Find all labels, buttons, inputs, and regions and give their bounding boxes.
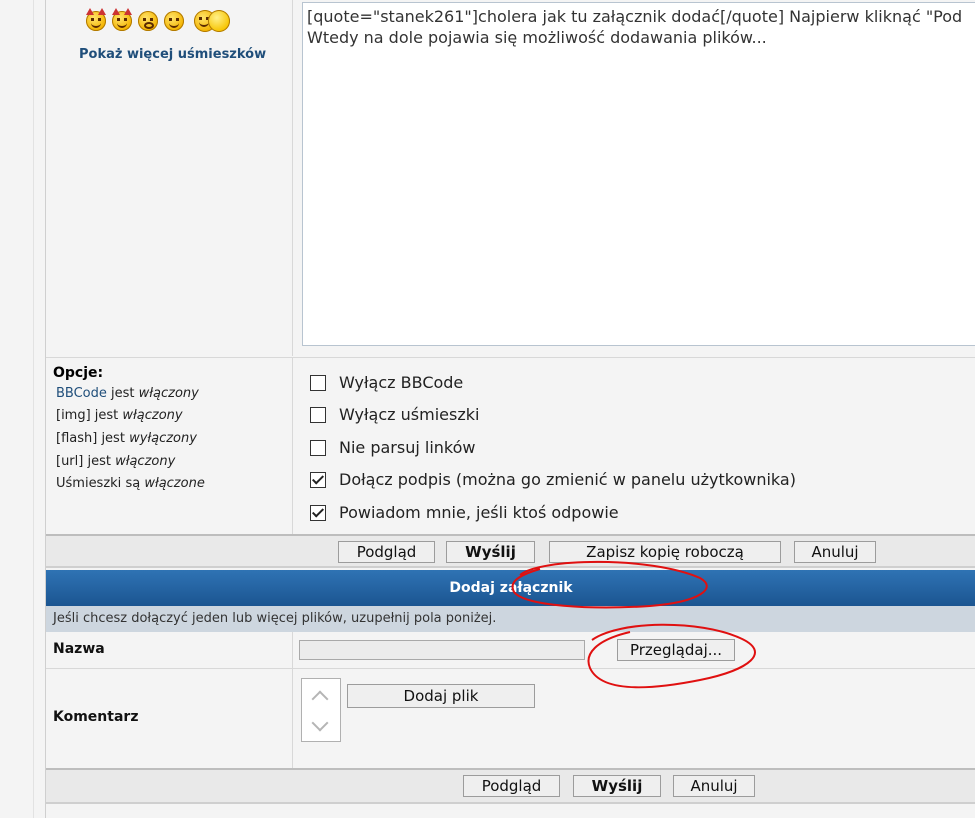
preview-button[interactable]: Podgląd [338, 541, 435, 563]
kiss-smiley-icon[interactable] [208, 10, 230, 32]
page-margin [0, 0, 34, 818]
attachment-comment-row: Komentarz Dodaj plik [46, 668, 975, 768]
url-status: [url] jest włączony [56, 454, 176, 469]
disable-bbcode-checkbox[interactable] [310, 374, 326, 391]
flash-status: [flash] jest wyłączony [56, 431, 197, 446]
bbcode-status: BBCode jest włączony [56, 386, 199, 401]
attachment-name-row: Nazwa Przeglądaj... [46, 632, 975, 669]
no-parse-links-option[interactable]: Nie parsuj linków [310, 438, 476, 457]
submit-button-bottom[interactable]: Wyślij [573, 775, 661, 797]
devil-smiley-icon[interactable] [86, 8, 106, 31]
scroll-down-icon[interactable] [311, 714, 329, 732]
attachment-hint: Jeśli chcesz dołączyć jeden lub więcej p… [46, 606, 975, 632]
message-textarea[interactable]: [quote="stanek261"]cholera jak tu załącz… [302, 2, 975, 346]
attach-signature-checkbox[interactable] [310, 471, 326, 488]
notify-reply-checkbox[interactable] [310, 504, 326, 521]
bottom-buttons-bar: Podgląd Wyślij Anuluj [46, 768, 975, 804]
divider [292, 668, 293, 768]
scroll-up-icon[interactable] [311, 690, 329, 708]
comment-textarea[interactable] [301, 678, 341, 742]
smilies-row [86, 8, 230, 32]
options-row: Opcje: BBCode jest włączony [img] jest w… [46, 357, 975, 535]
divider [292, 632, 293, 668]
comment-label: Komentarz [53, 709, 139, 725]
wink-smiley-icon[interactable] [164, 11, 184, 31]
smilies-panel: Pokaż więcej uśmieszków [46, 0, 293, 356]
file-path-field[interactable] [299, 640, 585, 660]
post-form: Pokaż więcej uśmieszków [quote="stanek26… [45, 0, 975, 818]
attach-signature-option[interactable]: Dołącz podpis (można go zmienić w panelu… [310, 470, 796, 489]
notify-reply-option[interactable]: Powiadom mnie, jeśli ktoś odpowie [310, 503, 619, 522]
cancel-button-bottom[interactable]: Anuluj [673, 775, 755, 797]
submit-button[interactable]: Wyślij [446, 541, 535, 563]
preview-button-bottom[interactable]: Podgląd [463, 775, 560, 797]
options-title: Opcje: [53, 365, 104, 381]
name-label: Nazwa [53, 641, 105, 657]
add-file-button[interactable]: Dodaj plik [347, 684, 535, 708]
options-status-panel: Opcje: BBCode jest włączony [img] jest w… [46, 358, 293, 535]
attachment-header: Dodaj załącznik [46, 570, 975, 606]
disable-smilies-checkbox[interactable] [310, 406, 326, 423]
save-draft-button[interactable]: Zapisz kopię roboczą [549, 541, 781, 563]
eyes-closed-smiley-icon[interactable] [138, 11, 158, 31]
disable-bbcode-option[interactable]: Wyłącz BBCode [310, 373, 463, 392]
more-smilies-link[interactable]: Pokaż więcej uśmieszków [79, 47, 266, 62]
smilies-status: Uśmieszki są włączone [56, 476, 205, 491]
bbcode-link[interactable]: BBCode [56, 386, 107, 401]
submit-buttons-bar: Podgląd Wyślij Zapisz kopię roboczą Anul… [46, 534, 975, 568]
cancel-button[interactable]: Anuluj [794, 541, 876, 563]
img-status: [img] jest włączony [56, 408, 183, 423]
disable-smilies-option[interactable]: Wyłącz uśmieszki [310, 405, 479, 424]
browse-button[interactable]: Przeglądaj... [617, 639, 735, 661]
no-parse-links-checkbox[interactable] [310, 439, 326, 456]
devil-smiley-icon[interactable] [112, 8, 132, 31]
